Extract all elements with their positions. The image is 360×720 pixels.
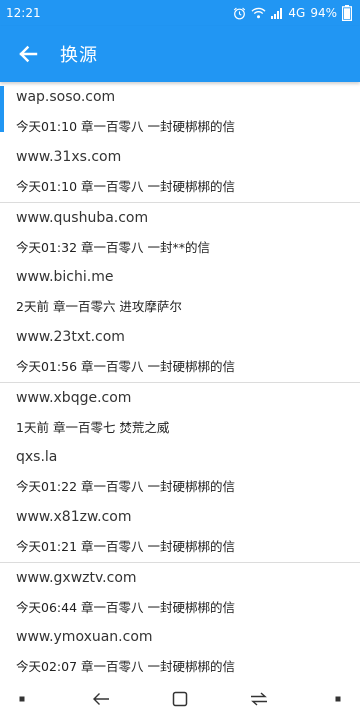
- source-name: www.qushuba.com: [16, 210, 149, 226]
- navigation-bar: [0, 678, 360, 720]
- source-list[interactable]: wap.soso.com 今天01:10 章一百零八 一封硬梆梆的信 www.3…: [0, 82, 360, 678]
- source-item[interactable]: www.31xs.com 今天01:10 章一百零八 一封硬梆梆的信: [0, 142, 360, 202]
- nav-dot-button[interactable]: [328, 689, 348, 709]
- source-item[interactable]: www.xbqge.com 1天前 章一百零七 焚荒之威: [0, 382, 360, 442]
- source-item[interactable]: www.ymoxuan.com 今天02:07 章一百零八 一封硬梆梆的信: [0, 622, 360, 678]
- battery-icon: [342, 5, 352, 21]
- signal-icon: [271, 7, 283, 19]
- status-bar: 12:21 4G 94%: [0, 0, 360, 26]
- alarm-icon: [233, 7, 246, 20]
- nav-home-button[interactable]: [170, 689, 190, 709]
- source-time: 2天前: [16, 299, 49, 314]
- source-chapter: 章一百零六 进攻摩萨尔: [52, 299, 182, 314]
- source-name: www.ymoxuan.com: [16, 629, 153, 645]
- source-name: wap.soso.com: [16, 89, 116, 105]
- source-chapter: 章一百零八 一封**的信: [81, 240, 210, 255]
- source-name: www.23txt.com: [16, 329, 125, 345]
- source-item[interactable]: www.bichi.me 2天前 章一百零六 进攻摩萨尔: [0, 262, 360, 322]
- source-info: 今天01:22 章一百零八 一封硬梆梆的信: [16, 476, 235, 495]
- nav-back-button[interactable]: [91, 689, 111, 709]
- source-item[interactable]: www.gxwztv.com 今天06:44 章一百零八 一封硬梆梆的信: [0, 562, 360, 622]
- source-time: 1天前: [16, 420, 49, 435]
- page-title: 换源: [60, 45, 98, 66]
- battery-percent: 94%: [310, 6, 337, 20]
- menu-dot-icon: [19, 696, 25, 702]
- source-info: 今天01:32 章一百零八 一封**的信: [16, 237, 210, 256]
- network-type: 4G: [288, 6, 306, 20]
- app-bar: 换源: [0, 26, 360, 82]
- source-item[interactable]: wap.soso.com 今天01:10 章一百零八 一封硬梆梆的信: [0, 82, 360, 142]
- source-info: 1天前 章一百零七 焚荒之威: [16, 417, 169, 436]
- source-chapter: 章一百零八 一封硬梆梆的信: [81, 119, 235, 134]
- menu-dot-button[interactable]: [12, 689, 32, 709]
- source-name: www.31xs.com: [16, 149, 122, 165]
- source-chapter: 章一百零七 焚荒之威: [52, 420, 170, 435]
- source-chapter: 章一百零八 一封硬梆梆的信: [81, 659, 235, 674]
- source-info: 今天02:07 章一百零八 一封硬梆梆的信: [16, 656, 235, 675]
- source-time: 今天06:44: [16, 600, 78, 615]
- source-time: 今天01:56: [16, 359, 78, 374]
- nav-switch-icon: [251, 692, 267, 706]
- back-button[interactable]: [0, 26, 56, 82]
- nav-home-icon: [172, 691, 188, 707]
- source-name: www.xbqge.com: [16, 390, 132, 406]
- source-chapter: 章一百零八 一封硬梆梆的信: [81, 539, 235, 554]
- nav-dot-icon: [335, 696, 341, 702]
- source-time: 今天01:32: [16, 240, 78, 255]
- source-info: 今天01:56 章一百零八 一封硬梆梆的信: [16, 356, 235, 375]
- source-name: www.bichi.me: [16, 269, 114, 285]
- source-info: 今天01:10 章一百零八 一封硬梆梆的信: [16, 116, 235, 135]
- status-time: 12:21: [6, 6, 41, 20]
- source-name: www.x81zw.com: [16, 509, 132, 525]
- source-chapter: 章一百零八 一封硬梆梆的信: [81, 600, 235, 615]
- source-time: 今天02:07: [16, 659, 78, 674]
- source-item[interactable]: qxs.la 今天01:22 章一百零八 一封硬梆梆的信: [0, 442, 360, 502]
- source-info: 2天前 章一百零六 进攻摩萨尔: [16, 296, 182, 315]
- source-item[interactable]: www.23txt.com 今天01:56 章一百零八 一封硬梆梆的信: [0, 322, 360, 382]
- source-item[interactable]: www.qushuba.com 今天01:32 章一百零八 一封**的信: [0, 202, 360, 262]
- source-name: www.gxwztv.com: [16, 570, 137, 586]
- source-time: 今天01:10: [16, 119, 78, 134]
- source-time: 今天01:10: [16, 179, 78, 194]
- arrow-left-icon: [19, 45, 38, 63]
- source-time: 今天01:21: [16, 539, 78, 554]
- source-info: 今天06:44 章一百零八 一封硬梆梆的信: [16, 597, 235, 616]
- status-icons: 4G 94%: [233, 5, 352, 21]
- source-chapter: 章一百零八 一封硬梆梆的信: [81, 179, 235, 194]
- source-time: 今天01:22: [16, 479, 78, 494]
- nav-switch-button[interactable]: [249, 689, 269, 709]
- source-info: 今天01:10 章一百零八 一封硬梆梆的信: [16, 176, 235, 195]
- source-chapter: 章一百零八 一封硬梆梆的信: [81, 359, 235, 374]
- wifi-icon: [251, 7, 266, 19]
- nav-back-icon: [93, 693, 109, 705]
- source-name: qxs.la: [16, 449, 58, 465]
- source-item[interactable]: www.x81zw.com 今天01:21 章一百零八 一封硬梆梆的信: [0, 502, 360, 562]
- source-info: 今天01:21 章一百零八 一封硬梆梆的信: [16, 536, 235, 555]
- source-chapter: 章一百零八 一封硬梆梆的信: [81, 479, 235, 494]
